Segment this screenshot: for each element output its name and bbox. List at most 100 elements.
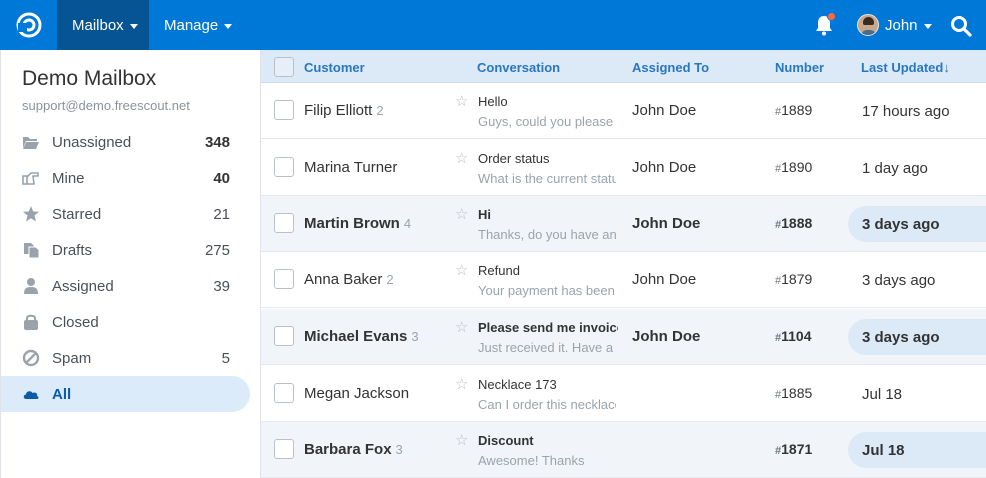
hand-point-icon	[22, 169, 40, 187]
sidebar-item-label: Unassigned	[52, 133, 132, 151]
conversation-number-value: 1888	[781, 215, 813, 231]
customer-name-text: Filip Elliott	[304, 102, 373, 119]
nav-manage[interactable]: Manage	[149, 0, 247, 50]
customer-name-text: Michael Evans	[304, 328, 408, 345]
conversation-preview: Guys, could you please	[478, 114, 614, 129]
conversation-subject[interactable]: Refund	[478, 263, 618, 278]
select-all-checkbox[interactable]	[274, 57, 294, 77]
conversation-subject[interactable]: Please send me invoice	[478, 320, 618, 335]
column-assigned-to[interactable]: Assigned To	[632, 60, 709, 75]
star-icon[interactable]: ☆	[455, 431, 468, 449]
sidebar-item-all[interactable]: All	[1, 376, 250, 412]
last-updated: 3 days ago	[848, 319, 986, 355]
row-checkbox[interactable]	[274, 326, 294, 346]
sidebar-item-label: Assigned	[52, 277, 114, 295]
sidebar-item-spam[interactable]: Spam 5	[1, 340, 250, 376]
nav-manage-label: Manage	[164, 16, 219, 34]
mailbox-name[interactable]: Demo Mailbox	[22, 67, 156, 91]
conversation-preview: Just received it. Have a	[478, 340, 614, 355]
customer-name-text: Barbara Fox	[304, 441, 392, 458]
conversation-preview: Thanks, do you have any	[478, 227, 616, 242]
column-last-updated[interactable]: Last Updated↓	[861, 60, 950, 75]
freescout-logo-icon[interactable]	[10, 8, 48, 42]
row-checkbox[interactable]	[274, 269, 294, 289]
conversation-subject[interactable]: Discount	[478, 433, 618, 448]
star-icon[interactable]: ☆	[455, 375, 468, 393]
user-icon	[22, 277, 40, 295]
conversation-preview: Can I order this necklace	[478, 397, 616, 412]
sidebar-item-label: Spam	[52, 349, 92, 367]
thread-count: 3	[411, 329, 419, 344]
sidebar-item-mine[interactable]: Mine 40	[1, 160, 250, 196]
customer-name[interactable]: Michael Evans 3	[304, 328, 419, 345]
notification-badge	[827, 12, 836, 21]
customer-name-text: Anna Baker	[304, 271, 383, 288]
conversation-number: #1888	[775, 215, 812, 231]
star-icon[interactable]: ☆	[455, 318, 468, 336]
row-checkbox[interactable]	[274, 213, 294, 233]
sidebar-item-drafts[interactable]: Drafts 275	[1, 232, 250, 268]
conversation-subject[interactable]: Hello	[478, 94, 618, 109]
nav-mailbox[interactable]: Mailbox	[57, 0, 149, 50]
customer-name[interactable]: Barbara Fox 3	[304, 441, 403, 458]
sidebar-item-label: All	[52, 385, 72, 403]
folder-open-icon	[22, 133, 40, 151]
star-icon[interactable]: ☆	[455, 149, 468, 167]
thread-count: 3	[395, 442, 403, 457]
nav-mailbox-label: Mailbox	[72, 16, 124, 34]
customer-name[interactable]: Martin Brown 4	[304, 215, 411, 232]
last-updated: 3 days ago	[848, 206, 986, 242]
table-row[interactable]: Martin Brown 4 ☆ Hi Thanks, do you have any J…	[261, 196, 986, 252]
column-conversation[interactable]: Conversation	[477, 60, 560, 75]
column-number[interactable]: Number	[775, 60, 824, 75]
conversation-subject[interactable]: Order status	[478, 151, 618, 166]
table-row[interactable]: Anna Baker 2 ☆ Refund Your payment has been J…	[261, 252, 986, 308]
sidebar-item-unassigned[interactable]: Unassigned 348	[1, 124, 250, 160]
conversation-subject[interactable]: Hi	[478, 207, 618, 222]
row-checkbox[interactable]	[274, 439, 294, 459]
top-navbar: Mailbox Manage John	[0, 0, 986, 50]
sidebar-item-starred[interactable]: Starred 21	[1, 196, 250, 232]
sidebar-item-label: Mine	[52, 169, 85, 187]
column-customer[interactable]: Customer	[304, 60, 365, 75]
user-menu[interactable]: John	[857, 0, 932, 50]
conversation-number: #1104	[775, 328, 812, 344]
conversation-number: #1889	[775, 102, 812, 118]
star-icon	[22, 205, 40, 223]
conversation-number: #1885	[775, 385, 812, 401]
customer-name[interactable]: Marina Turner	[304, 159, 401, 176]
table-row[interactable]: Megan Jackson ☆ Necklace 173 Can I order th…	[261, 366, 986, 422]
row-checkbox[interactable]	[274, 157, 294, 177]
customer-name[interactable]: Megan Jackson	[304, 385, 413, 402]
last-updated: 3 days ago	[862, 271, 936, 289]
search-icon[interactable]	[950, 15, 972, 37]
assigned-to: John Doe	[632, 328, 701, 345]
conversation-subject[interactable]: Necklace 173	[478, 377, 618, 392]
table-row[interactable]: Marina Turner ☆ Order status What is the cu…	[261, 140, 986, 196]
thread-count: 4	[403, 216, 412, 231]
star-icon[interactable]: ☆	[455, 205, 468, 223]
conversation-number-value: 1871	[781, 441, 813, 457]
conversation-preview: What is the current status	[478, 171, 616, 186]
star-icon[interactable]: ☆	[455, 261, 468, 279]
sidebar-item-closed[interactable]: Closed	[1, 304, 250, 340]
thread-count: 2	[386, 272, 394, 287]
assigned-to: John Doe	[632, 215, 701, 232]
table-row[interactable]: Barbara Fox 3 ☆ Discount Awesome! Thanks #187…	[261, 422, 986, 478]
table-row[interactable]: Michael Evans 3 ☆ Please send me invoice Jus…	[261, 309, 986, 365]
customer-name[interactable]: Anna Baker 2	[304, 271, 394, 288]
table-row[interactable]: Filip Elliott 2 ☆ Hello Guys, could you plea…	[261, 83, 986, 139]
sidebar-item-assigned[interactable]: Assigned 39	[1, 268, 250, 304]
customer-name[interactable]: Filip Elliott 2	[304, 102, 384, 119]
sidebar-item-label: Starred	[52, 205, 102, 223]
sidebar-item-label: Drafts	[52, 241, 93, 259]
last-updated: Jul 18	[862, 385, 903, 403]
folder-count: 39	[213, 277, 230, 295]
assigned-to: John Doe	[632, 159, 697, 176]
lock-icon	[22, 313, 40, 331]
row-checkbox[interactable]	[274, 383, 294, 403]
star-icon[interactable]: ☆	[455, 92, 468, 110]
row-checkbox[interactable]	[274, 100, 294, 120]
customer-name-text: Marina Turner	[304, 159, 398, 176]
conversation-number: #1890	[775, 159, 812, 175]
